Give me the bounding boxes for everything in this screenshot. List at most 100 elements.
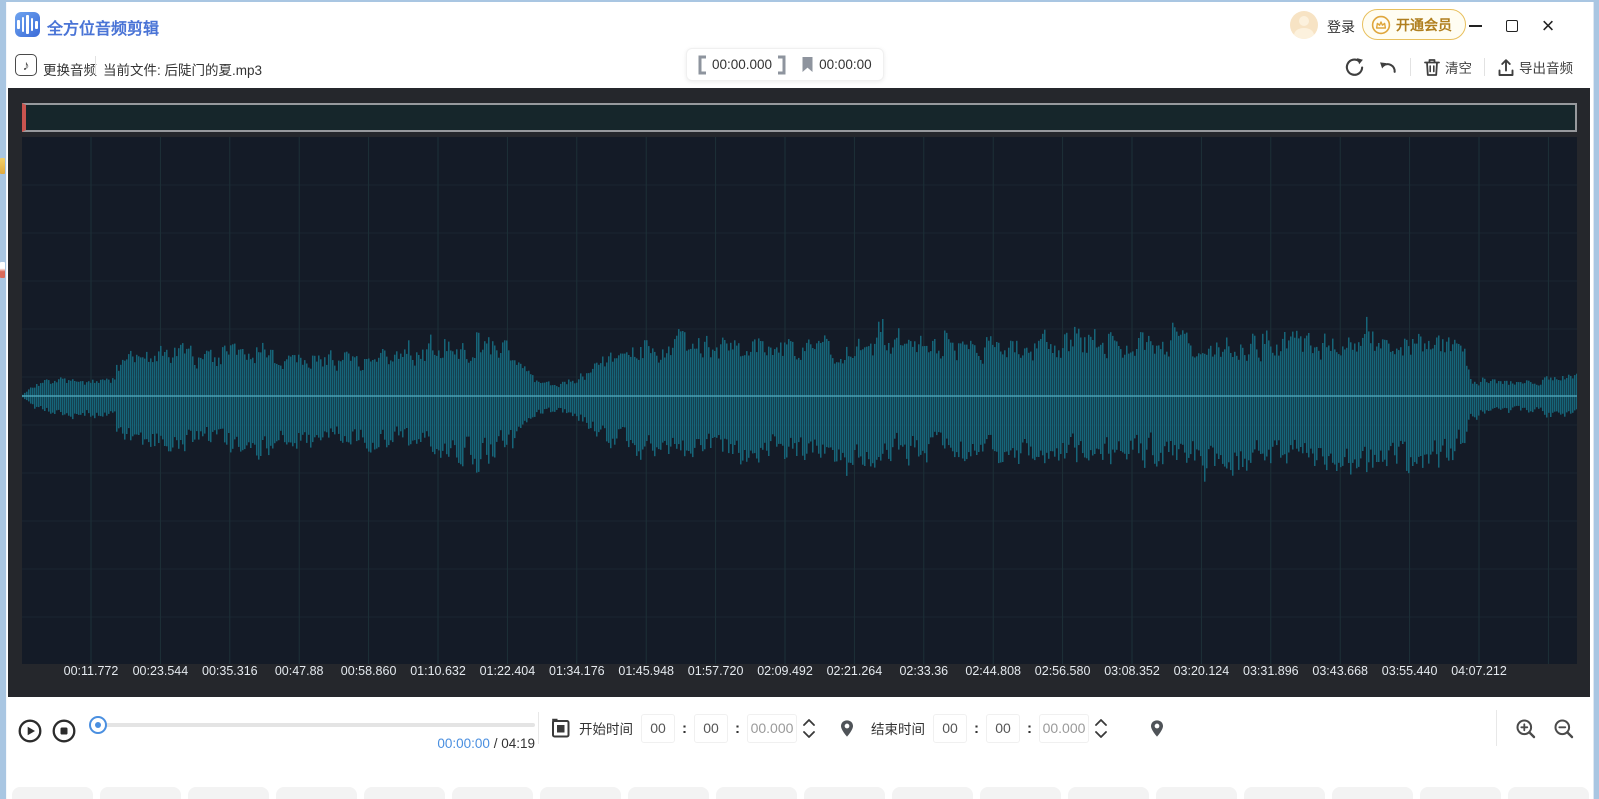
timeline-label: 01:10.632 [410, 664, 466, 678]
waveform-overview-strip[interactable] [22, 103, 1577, 132]
desktop-background-left [0, 0, 7, 799]
stop-button[interactable] [52, 719, 76, 748]
app-window: 全方位音频剪辑 登录 开通会员 × ♪ 更换音频 当前文件: 后陡门的夏.mp3… [0, 0, 1599, 799]
clear-button[interactable]: 清空 [1423, 57, 1472, 77]
timeline-label: 00:47.88 [275, 664, 324, 678]
redo-icon [1344, 57, 1365, 78]
effect-cards-strip [7, 787, 1593, 799]
timeline-label: 01:22.404 [480, 664, 536, 678]
bottom-card[interactable] [628, 787, 709, 799]
playback-time: 00:00:00 / 04:19 [350, 736, 535, 751]
divider [1484, 58, 1485, 76]
trash-icon [1423, 58, 1441, 77]
end-time-label: 结束时间 [871, 718, 925, 738]
close-icon: × [1542, 15, 1555, 37]
minimize-icon [1469, 25, 1482, 27]
export-audio-button[interactable]: 导出音频 [1497, 57, 1573, 77]
end-time-stepper[interactable] [1095, 719, 1107, 738]
zoom-out-button[interactable] [1553, 718, 1575, 745]
maximize-icon [1506, 20, 1518, 32]
bottom-card[interactable] [804, 787, 885, 799]
start-second-input[interactable] [747, 714, 797, 743]
start-hour-input[interactable] [641, 714, 675, 743]
bottom-card[interactable] [1156, 787, 1237, 799]
redo-button[interactable] [1344, 57, 1365, 78]
desktop-background-right [1593, 0, 1599, 799]
timeline-ruler: 00:11.77200:23.54400:35.31600:47.8800:58… [8, 664, 1590, 682]
end-minute-input[interactable] [986, 714, 1020, 743]
play-button[interactable] [18, 719, 42, 748]
start-time-stepper[interactable] [803, 719, 815, 738]
app-logo-icon [15, 12, 40, 37]
crop-icon[interactable] [549, 717, 572, 740]
bottom-card[interactable] [980, 787, 1061, 799]
timeline-label: 01:57.720 [688, 664, 744, 678]
bottom-card[interactable] [100, 787, 181, 799]
end-hour-input[interactable] [933, 714, 967, 743]
zoom-in-button[interactable] [1515, 718, 1537, 745]
bottom-card[interactable] [276, 787, 357, 799]
vip-button[interactable]: 开通会员 [1362, 9, 1466, 40]
timeline-label: 02:44.808 [965, 664, 1021, 678]
bottom-card[interactable] [364, 787, 445, 799]
timeline-label: 02:56.580 [1035, 664, 1091, 678]
seek-slider-thumb[interactable] [89, 716, 107, 734]
change-audio-button[interactable]: 更换音频 [43, 59, 97, 79]
bottom-card[interactable] [1244, 787, 1325, 799]
colon: : [1027, 720, 1032, 737]
set-end-pin-button[interactable] [1147, 718, 1167, 739]
start-time-label: 开始时间 [579, 718, 633, 738]
undo-button[interactable] [1377, 57, 1398, 78]
bottom-card[interactable] [1332, 787, 1413, 799]
trim-controls: 开始时间 : : 结束时间 : : [538, 709, 1167, 747]
timeline-label: 01:45.948 [618, 664, 674, 678]
divider [1496, 710, 1497, 746]
avatar-body [1294, 28, 1314, 39]
titlebar: 全方位音频剪辑 登录 开通会员 × [7, 2, 1593, 48]
waveform-canvas[interactable] [22, 137, 1577, 664]
total-time: 04:19 [501, 736, 535, 751]
timeline-label: 04:07.212 [1451, 664, 1507, 678]
bottom-card[interactable] [12, 787, 93, 799]
stepper-up-icon [803, 719, 815, 726]
timeline-label: 00:23.544 [133, 664, 189, 678]
desktop-icon-fragment [0, 262, 5, 278]
bottom-card[interactable] [540, 787, 621, 799]
timeline-label: 00:58.860 [341, 664, 397, 678]
avatar-head [1299, 16, 1309, 26]
desktop-icon-fragment [0, 158, 5, 174]
marker-time-value: 00:00:00 [819, 57, 872, 72]
window-maximize-button[interactable] [1499, 13, 1525, 39]
set-start-pin-button[interactable] [837, 718, 857, 739]
avatar[interactable] [1290, 11, 1318, 39]
bottom-card[interactable] [452, 787, 533, 799]
clear-label: 清空 [1445, 57, 1472, 77]
app-title: 全方位音频剪辑 [47, 15, 159, 39]
toolbar-right-actions: 清空 导出音频 [1344, 46, 1573, 88]
timeline-label: 00:11.772 [64, 664, 119, 678]
bottom-card[interactable] [188, 787, 269, 799]
bottom-card[interactable] [1420, 787, 1501, 799]
timeline-label: 02:09.492 [757, 664, 813, 678]
bracket-right-icon [777, 55, 787, 75]
bottom-card[interactable] [1068, 787, 1149, 799]
start-minute-input[interactable] [694, 714, 728, 743]
divider [95, 56, 96, 75]
timeline-label: 01:34.176 [549, 664, 605, 678]
toolbar: ♪ 更换音频 当前文件: 后陡门的夏.mp3 00:00.000 00:00:0… [7, 46, 1593, 88]
bottom-card[interactable] [1508, 787, 1589, 799]
music-note-icon[interactable]: ♪ [15, 54, 37, 76]
timeline-label: 02:21.264 [827, 664, 883, 678]
end-second-input[interactable] [1039, 714, 1089, 743]
seek-slider-track[interactable] [90, 723, 535, 727]
play-icon [18, 719, 42, 743]
window-close-button[interactable]: × [1535, 13, 1561, 39]
window-minimize-button[interactable] [1462, 13, 1488, 39]
waveform-panel: 00:11.77200:23.54400:35.31600:47.8800:58… [8, 88, 1590, 697]
bottom-card[interactable] [716, 787, 797, 799]
export-label: 导出音频 [1519, 57, 1573, 77]
stepper-up-icon [1095, 719, 1107, 726]
bottom-card[interactable] [892, 787, 973, 799]
vip-label: 开通会员 [1396, 15, 1452, 35]
login-button[interactable]: 登录 [1327, 17, 1355, 37]
